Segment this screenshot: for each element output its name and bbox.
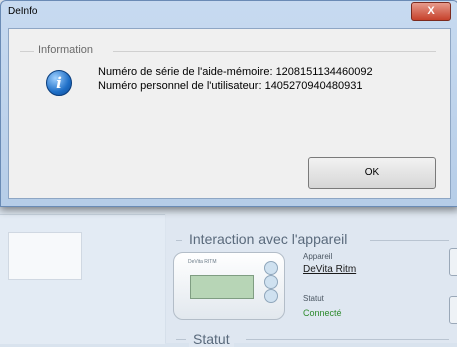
left-input-box[interactable] [8,232,82,280]
side-button-1[interactable] [449,248,457,276]
device-image-label: DeVita RITM [188,259,217,265]
user-number-text: Numéro personnel de l'utilisateur: 14052… [98,80,363,92]
status-group-line-right [246,339,449,340]
ok-button[interactable]: OK [308,157,436,189]
device-button-down-icon [264,289,278,303]
device-group-title: Interaction avec l'appareil [185,231,352,247]
close-icon: X [427,5,435,17]
device-screen [190,275,254,299]
device-name-link[interactable]: DeVita Ritm [303,264,356,275]
device-button-up-icon [264,275,278,289]
status-label: Statut [303,294,324,303]
side-button-2[interactable] [449,296,457,324]
dialog-title: DeInfo [8,6,38,17]
device-group-line-right [370,240,449,241]
device-group-line-left [176,240,182,241]
device-label: Appareil [303,252,333,261]
status-group-title: Statut [189,331,234,347]
device-image: DeVita RITM [173,252,285,320]
status-group-line-left [176,339,186,340]
fieldset-line-right [113,51,436,52]
serial-number-text: Numéro de série de l'aide-mémoire: 12081… [98,66,373,78]
device-button-top [264,261,278,275]
information-legend: Information [35,44,97,56]
status-value: Connecté [303,308,342,318]
fieldset-line-left [20,51,34,52]
close-button[interactable]: X [411,2,451,21]
info-icon: i [46,70,72,96]
